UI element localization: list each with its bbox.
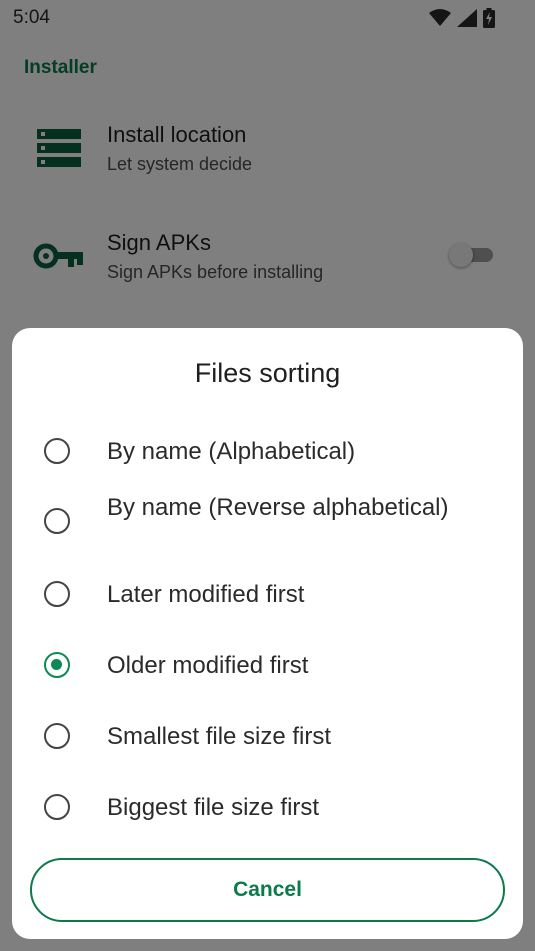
option-later-modified-first[interactable]: Later modified first	[12, 560, 523, 631]
option-label: Later modified first	[107, 581, 305, 608]
radio-button-checked[interactable]	[44, 652, 70, 678]
option-biggest-file-size-first[interactable]: Biggest file size first	[12, 773, 523, 844]
radio-button[interactable]	[44, 581, 70, 607]
dialog-title: Files sorting	[194, 358, 341, 388]
option-label: Biggest file size first	[107, 794, 320, 821]
radio-button[interactable]	[44, 508, 70, 534]
radio-button[interactable]	[44, 794, 70, 820]
option-by-name-alphabetical[interactable]: By name (Alphabetical)	[12, 416, 523, 487]
option-label: Smallest file size first	[107, 723, 332, 750]
option-smallest-file-size-first[interactable]: Smallest file size first	[12, 702, 523, 773]
radio-button[interactable]	[44, 438, 70, 464]
radio-button[interactable]	[44, 723, 70, 749]
cancel-button[interactable]: Cancel	[30, 858, 505, 922]
option-by-name-reverse[interactable]: By name (Reverse alphabetical)	[12, 487, 523, 560]
option-label: By name (Alphabetical)	[107, 438, 356, 465]
files-sorting-dialog: Files sorting By name (Alphabetical) By …	[12, 328, 523, 939]
option-label: By name (Reverse alphabetical)	[107, 494, 449, 521]
option-label: Older modified first	[107, 652, 309, 679]
option-older-modified-first[interactable]: Older modified first	[12, 631, 523, 702]
